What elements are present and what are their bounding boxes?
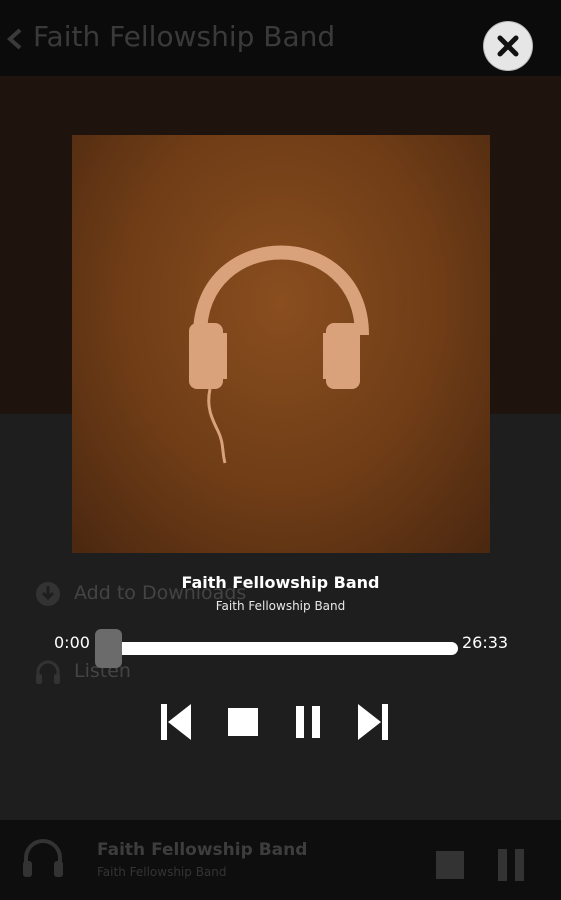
close-button[interactable] (484, 22, 532, 70)
seek-thumb[interactable] (95, 629, 122, 668)
app-header: Faith Fellowship Band (0, 0, 561, 76)
headphones-icon (36, 660, 60, 684)
app-title: Faith Fellowship Band (33, 20, 336, 53)
elapsed-time: 0:00 (54, 633, 90, 652)
chevron-left-icon[interactable] (4, 26, 26, 52)
total-time: 26:33 (462, 633, 509, 652)
album-art (72, 135, 490, 553)
seek-bar[interactable] (106, 642, 458, 655)
close-icon (497, 35, 519, 57)
headphones-icon (23, 839, 63, 877)
mini-player-subtitle: Faith Fellowship Band (97, 865, 227, 879)
previous-icon[interactable] (158, 702, 194, 742)
mini-player-title: Faith Fellowship Band (97, 840, 308, 860)
mini-stop-icon[interactable] (436, 851, 464, 879)
pause-icon[interactable] (290, 702, 326, 742)
headphones-artwork-icon (189, 245, 369, 464)
next-icon[interactable] (355, 702, 391, 742)
track-artist: Faith Fellowship Band (215, 599, 346, 613)
mini-pause-icon[interactable] (498, 849, 524, 881)
mini-player[interactable]: Faith Fellowship Band Faith Fellowship B… (0, 820, 561, 900)
stop-icon[interactable] (225, 702, 261, 742)
track-title: Faith Fellowship Band (181, 573, 380, 592)
